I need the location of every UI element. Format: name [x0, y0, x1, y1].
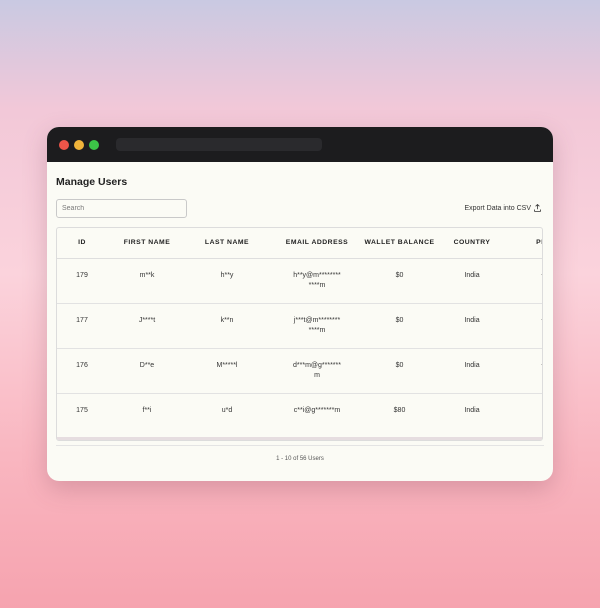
page-title: Manage Users — [56, 176, 128, 188]
email-line-1: j***t@m******** — [293, 317, 341, 324]
cell-id: 176 — [76, 362, 88, 369]
cell-wallet-balance: $0 — [395, 317, 404, 324]
table-row[interactable]: 177 J****t k**n j***t@m******** ****m $0 … — [57, 304, 542, 349]
pagination-summary: 1 - 10 of 56 Users — [276, 456, 324, 462]
cell-country: India — [464, 317, 480, 324]
browser-window: Manage Users Export Data into CSV ID FIR… — [47, 127, 553, 481]
cell-phone: +91 — [517, 259, 542, 303]
close-window-button[interactable] — [59, 140, 69, 150]
table-row[interactable]: 176 D**e M*****l d***m@g******* m $0 Indi… — [57, 349, 542, 394]
export-csv-label: Export Data into CSV — [464, 204, 531, 212]
cell-email: j***t@m******** ****m — [267, 304, 367, 348]
cell-wallet-balance: $0 — [395, 362, 404, 369]
cell-id: 177 — [76, 317, 88, 324]
header-email[interactable]: EMAIL ADDRESS — [267, 228, 367, 258]
cell-first-name: f**i — [142, 407, 152, 414]
header-wallet-balance[interactable]: WALLET BALANCE — [357, 228, 442, 258]
minimize-window-button[interactable] — [74, 140, 84, 150]
cell-id: 179 — [76, 272, 88, 279]
email-line-2: ****m — [308, 326, 326, 334]
cell-last-name: h**y — [220, 272, 234, 279]
email-line-2: ****m — [308, 281, 326, 289]
window-titlebar — [47, 127, 553, 162]
cell-phone: +91 — [517, 349, 542, 393]
cell-email: c**i@g*******m — [267, 394, 367, 438]
cell-id: 175 — [76, 407, 88, 414]
cell-wallet-balance: $0 — [395, 272, 404, 279]
search-input[interactable] — [56, 199, 187, 218]
cell-email: h**y@m******** ****m — [267, 259, 367, 303]
cell-first-name: D**e — [139, 362, 155, 369]
cell-phone: + — [517, 394, 542, 438]
email-line-1: d***m@g******* — [293, 362, 341, 369]
email-line-1: c**i@g*******m — [293, 407, 341, 414]
cell-country: India — [464, 272, 480, 279]
divider — [56, 445, 544, 446]
cell-wallet-balance: $80 — [393, 407, 406, 414]
cell-last-name: u*d — [221, 407, 233, 414]
cell-email: d***m@g******* m — [267, 349, 367, 393]
email-line-1: h**y@m******** — [293, 272, 341, 279]
cell-first-name: m**k — [139, 272, 155, 279]
cell-last-name: M*****l — [216, 362, 238, 369]
address-bar[interactable] — [116, 138, 322, 151]
maximize-window-button[interactable] — [89, 140, 99, 150]
table-row[interactable]: 179 m**k h**y h**y@m******** ****m $0 Ind… — [57, 259, 542, 304]
cell-phone: +91 — [517, 304, 542, 348]
email-line-2: m — [314, 371, 320, 379]
table-header: ID FIRST NAME LAST NAME EMAIL ADDRESS WA… — [57, 228, 542, 259]
cell-country: India — [464, 362, 480, 369]
cell-last-name: k**n — [220, 317, 234, 324]
table-row[interactable]: 175 f**i u*d c**i@g*******m $80 India + — [57, 394, 542, 439]
header-first-name[interactable]: FIRST NAME — [107, 228, 187, 258]
header-phone[interactable]: PHON — [517, 228, 542, 258]
cell-first-name: J****t — [138, 317, 156, 324]
users-table: ID FIRST NAME LAST NAME EMAIL ADDRESS WA… — [56, 227, 543, 441]
header-last-name[interactable]: LAST NAME — [187, 228, 267, 258]
upload-icon — [534, 204, 541, 212]
export-csv-button[interactable]: Export Data into CSV — [464, 204, 541, 212]
header-id[interactable]: ID — [57, 228, 107, 258]
header-country[interactable]: COUNTRY — [432, 228, 512, 258]
cell-country: India — [464, 407, 480, 414]
